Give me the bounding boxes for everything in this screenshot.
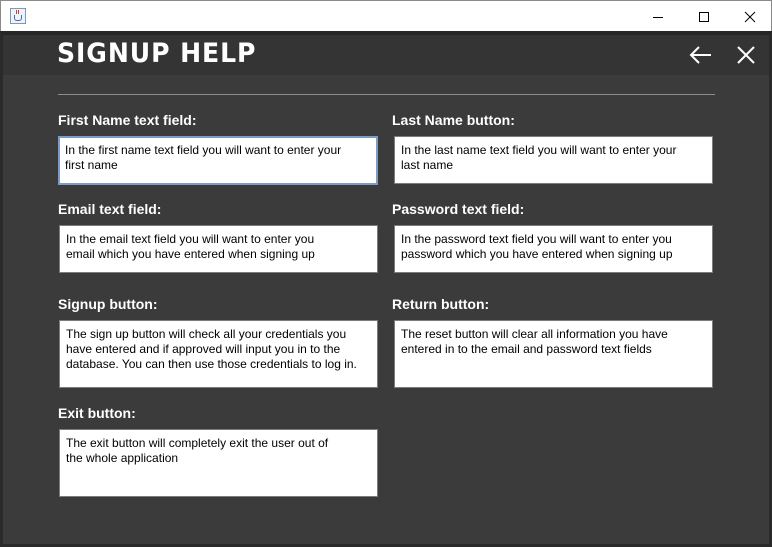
last-name-description[interactable]: In the last name text field you will wan… (394, 136, 713, 184)
signup-label: Signup button: (58, 296, 158, 312)
exit-description[interactable]: The exit button will completely exit the… (59, 429, 378, 497)
header-bar: SIGNUP HELP (3, 35, 769, 75)
return-description[interactable]: The reset button will clear all informat… (394, 320, 713, 388)
first-name-label: First Name text field: (58, 112, 197, 128)
email-description[interactable]: In the email text field you will want to… (59, 225, 378, 273)
arrow-left-icon (689, 46, 711, 64)
minimize-icon (653, 16, 663, 18)
signup-description[interactable]: The sign up button will check all your c… (59, 320, 378, 388)
close-icon (737, 46, 755, 64)
first-name-description[interactable]: In the first name text field you will wa… (58, 136, 378, 185)
maximize-button[interactable] (681, 1, 727, 32)
java-app-icon (10, 8, 26, 24)
back-button[interactable] (685, 39, 717, 71)
password-label: Password text field: (392, 201, 525, 217)
maximize-icon (699, 11, 709, 22)
minimize-button[interactable] (635, 1, 681, 32)
window-titlebar (0, 0, 772, 31)
close-button[interactable] (730, 39, 762, 71)
exit-label: Exit button: (58, 405, 136, 421)
last-name-label: Last Name button: (392, 112, 515, 128)
return-label: Return button: (392, 296, 490, 312)
email-label: Email text field: (58, 201, 162, 217)
password-description[interactable]: In the password text field you will want… (394, 225, 713, 273)
page-title: SIGNUP HELP (57, 38, 257, 69)
window-close-button[interactable] (727, 1, 772, 32)
help-panel: SIGNUP HELP First Name text field: In th… (0, 31, 772, 547)
header-divider (58, 94, 715, 95)
close-icon (744, 11, 756, 22)
